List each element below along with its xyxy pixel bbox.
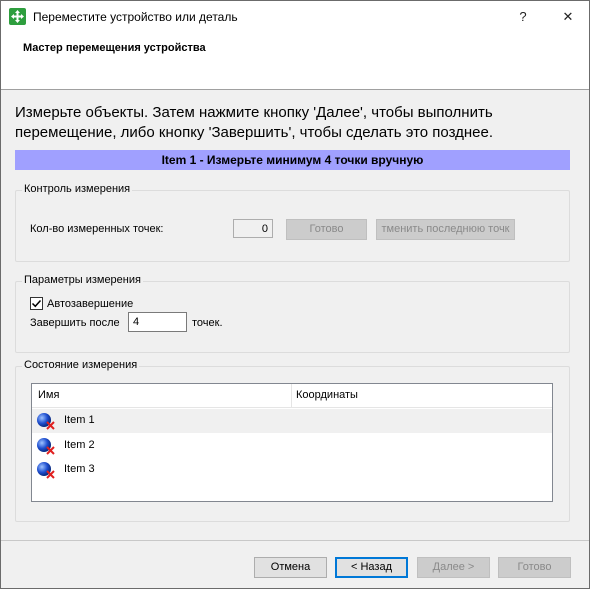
close-icon: ✕ [562, 8, 574, 24]
cancel-button[interactable]: Отмена [254, 557, 327, 578]
sphere-error-icon [37, 462, 55, 479]
finish-button[interactable]: Готово [498, 557, 571, 578]
points-unit-label: точек. [192, 317, 223, 329]
close-button[interactable]: ✕ [550, 1, 586, 32]
sphere-error-icon [37, 438, 55, 455]
wizard-window: Переместите устройство или деталь ? ✕ Ма… [0, 0, 590, 589]
list-item[interactable]: Item 1 [32, 409, 552, 433]
wizard-header: Мастер перемещения устройства [1, 32, 589, 90]
back-button[interactable]: < Назад [335, 557, 408, 578]
instruction-line-2: перемещение, либо кнопку 'Завершить', чт… [15, 124, 494, 141]
finish-after-label: Завершить после [30, 317, 120, 329]
status-list[interactable]: Имя Координаты Item 1 Item 2 Item 3 [31, 383, 553, 502]
list-item[interactable]: Item 3 [32, 458, 552, 482]
app-move-icon [9, 8, 26, 25]
list-header: Имя Координаты [32, 384, 552, 408]
column-header-name[interactable]: Имя [38, 389, 59, 401]
next-button[interactable]: Далее > [417, 557, 490, 578]
footer-divider [1, 540, 589, 541]
sphere-error-icon [37, 413, 55, 430]
list-item-label: Item 2 [64, 439, 95, 451]
instruction-line-1: Измерьте объекты. Затем нажмите кнопку '… [15, 104, 493, 121]
list-item-label: Item 3 [64, 463, 95, 475]
column-divider[interactable] [291, 384, 292, 408]
help-button[interactable]: ? [505, 1, 541, 32]
column-header-coordinates[interactable]: Координаты [296, 389, 358, 401]
measure-banner: Item 1 - Измерьте минимум 4 точки вручну… [15, 150, 570, 170]
measurement-control-group: Контроль измерения Кол-во измеренных точ… [15, 183, 570, 262]
list-item[interactable]: Item 2 [32, 434, 552, 458]
undo-last-point-button[interactable]: тменить последнюю точк [376, 219, 515, 240]
points-count-label: Кол-во измеренных точек: [30, 223, 164, 235]
help-icon: ? [519, 9, 527, 24]
autocomplete-label: Автозавершение [47, 298, 134, 310]
instruction-text: Измерьте объекты. Затем нажмите кнопку '… [15, 103, 575, 143]
group-label-control: Контроль измерения [22, 183, 133, 195]
group-label-params: Параметры измерения [22, 274, 143, 286]
window-title: Переместите устройство или деталь [33, 10, 238, 24]
done-measure-button[interactable]: Готово [286, 219, 367, 240]
list-item-label: Item 1 [64, 414, 95, 426]
wizard-title: Мастер перемещения устройства [23, 42, 206, 54]
group-label-status: Состояние измерения [22, 359, 140, 371]
finish-after-input[interactable]: 4 [128, 312, 187, 332]
checkmark-icon [31, 299, 42, 308]
autocomplete-checkbox[interactable] [30, 297, 43, 310]
points-count-value: 0 [233, 219, 273, 238]
measurement-params-group: Параметры измерения Автозавершение Завер… [15, 274, 570, 353]
title-bar: Переместите устройство или деталь ? ✕ [1, 1, 589, 32]
